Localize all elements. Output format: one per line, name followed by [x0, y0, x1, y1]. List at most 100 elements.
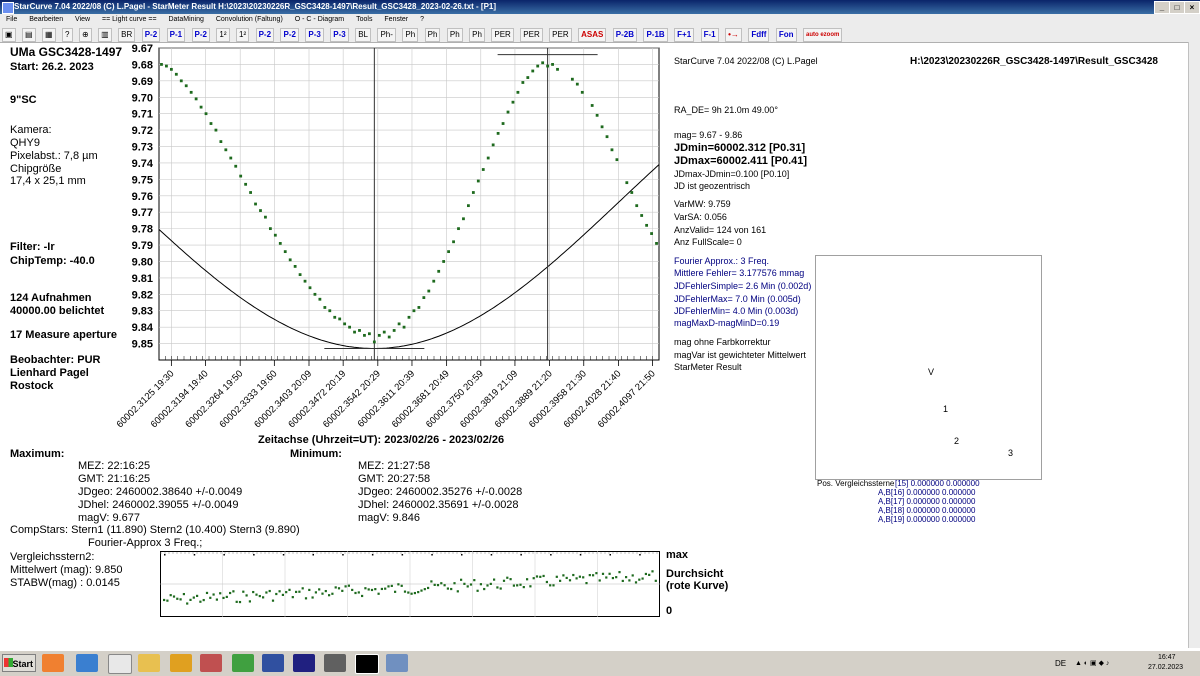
toolbar-button-p2-b[interactable]: P-2: [191, 28, 210, 42]
menu-convolution[interactable]: Convolution (Faltung): [216, 16, 283, 23]
notepad-icon[interactable]: [108, 654, 132, 674]
menu-datamining[interactable]: DataMining: [168, 16, 203, 23]
toolbar-button-bl[interactable]: BL: [355, 28, 371, 42]
folder-icon[interactable]: [138, 654, 160, 672]
zoom-icon[interactable]: ⊕: [78, 28, 92, 42]
toolbar-button-per-3[interactable]: PER: [549, 28, 572, 42]
monitor-icon[interactable]: [386, 654, 408, 672]
data-point: [516, 90, 520, 94]
mini-point: [641, 577, 644, 580]
mini-point: [377, 592, 380, 595]
media-player-icon[interactable]: [170, 654, 192, 672]
menu-light-curve[interactable]: == Light curve ==: [102, 16, 156, 23]
toolbar-button-per-2[interactable]: PER: [520, 28, 543, 42]
text-app-icon[interactable]: [293, 654, 315, 672]
x-tick-label: 60002.3194 19:40: [149, 368, 211, 430]
toolbar-button-asas[interactable]: ASAS: [578, 28, 607, 42]
data-point: [278, 242, 282, 245]
mini-point: [456, 590, 459, 593]
data-point: [645, 223, 649, 227]
toolbar-button-p2b[interactable]: P-2B: [612, 28, 637, 42]
toolbar-button-per-1[interactable]: PER: [491, 28, 514, 42]
firefox-icon[interactable]: [42, 654, 64, 672]
mini-point: [565, 576, 568, 580]
data-point: [511, 100, 515, 104]
mini-max-point: [223, 554, 225, 556]
toolbar-button-ph-5[interactable]: Ph: [469, 28, 485, 42]
max-jdhel: JDhel: 2460002.39055 +/-0.0049: [78, 499, 239, 511]
menu-fenster[interactable]: Fenster: [384, 16, 408, 23]
data-point: [189, 90, 193, 94]
y-tick-label: 9.73: [132, 142, 153, 154]
toolbar-button-p2-c[interactable]: P-2: [255, 28, 275, 42]
menu-file[interactable]: File: [6, 16, 17, 23]
data-point: [635, 204, 639, 208]
starcurve-icon[interactable]: [355, 654, 379, 674]
data-point: [457, 227, 460, 231]
maximize-button[interactable]: □: [1169, 1, 1185, 14]
mini-point: [295, 590, 298, 594]
toolbar-button-ph-4[interactable]: Ph: [446, 28, 463, 42]
mini-point: [592, 574, 595, 577]
save-disk-icon[interactable]: [262, 654, 284, 672]
tools-icon[interactable]: [200, 654, 222, 672]
mini-point: [337, 587, 341, 590]
toolbar-button-p2-d[interactable]: P-2: [280, 28, 299, 42]
toolbar-button-auto-ezoom[interactable]: auto ezoom: [803, 28, 843, 42]
vertical-scrollbar[interactable]: [1188, 42, 1200, 648]
chart-app-icon[interactable]: [232, 654, 254, 672]
save-icon[interactable]: ▤: [22, 28, 36, 42]
toolbar-button-ph-2[interactable]: Ph: [402, 28, 419, 42]
toolbar-button-ph-3[interactable]: Ph: [424, 28, 441, 42]
mini-rote-kurve: (rote Kurve): [666, 580, 729, 592]
toolbar-button-p3-a[interactable]: P-3: [305, 28, 324, 42]
toolbar-button-fon[interactable]: Fon: [775, 28, 797, 42]
y-tick-label: 9.83: [132, 306, 153, 318]
mini-durchsicht: Durchsicht: [666, 568, 724, 580]
toolbar-button-p3-b[interactable]: P-3: [330, 28, 349, 42]
max-jdgeo: JDgeo: 2460002.38640 +/-0.0049: [78, 486, 243, 498]
menu-tools[interactable]: Tools: [356, 16, 372, 23]
mini-point: [427, 586, 430, 590]
var-mw: VarMW: 9.759: [674, 199, 731, 209]
toolbar-button-ph-1[interactable]: Ph-: [377, 28, 396, 42]
window-title: StarCurve 7.04 2022/08 (C) L.Pagel - Sta…: [14, 2, 497, 11]
menu-view[interactable]: View: [75, 16, 90, 23]
mini-point: [526, 578, 529, 581]
mini-max-point: [164, 554, 166, 556]
mini-point: [605, 576, 608, 579]
data-point: [219, 140, 223, 143]
toolbar-button-p1[interactable]: P-1: [166, 28, 186, 42]
open-icon[interactable]: ▣: [2, 28, 16, 42]
menu-oc-diagram[interactable]: O - C - Diagram: [295, 16, 344, 23]
clock-date[interactable]: 27.02.2023: [1148, 664, 1183, 671]
toolbar-button-p2-a[interactable]: P-2: [141, 28, 161, 42]
help-icon[interactable]: ?: [62, 28, 73, 42]
data-point: [224, 148, 228, 152]
data-point: [204, 112, 208, 116]
toolbar-button-p1b[interactable]: P-1B: [643, 28, 668, 42]
toolbar-button-fdff[interactable]: Fdff: [748, 28, 770, 42]
toolbar-button-1sq-b[interactable]: 1²: [236, 28, 250, 42]
internet-explorer-icon[interactable]: [76, 654, 98, 672]
image-app-icon[interactable]: [324, 654, 346, 672]
right-header: StarCurve 7.04 2022/08 (C) L.Pagel: [674, 56, 818, 66]
mini-point: [618, 571, 621, 574]
grid-icon[interactable]: ▥: [98, 28, 112, 42]
arrow-icon[interactable]: •→: [725, 28, 742, 42]
menu-help[interactable]: ?: [420, 16, 424, 23]
print-icon[interactable]: ▦: [42, 28, 56, 42]
tray-icons[interactable]: ▲ ◐ ▣ ◆ ♪: [1075, 659, 1109, 667]
menu-bearbeiten[interactable]: Bearbeiten: [29, 16, 63, 23]
clock-time[interactable]: 16:47: [1158, 654, 1176, 661]
y-tick-label: 9.70: [132, 92, 153, 104]
toolbar-button-br[interactable]: BR: [118, 28, 136, 42]
toolbar-button-f-minus-1[interactable]: F-1: [700, 28, 719, 42]
toolbar-button-1sq-a[interactable]: 1²: [216, 28, 230, 42]
mini-point: [262, 596, 265, 599]
x-axis-label: Zeitachse (Uhrzeit=UT): 2023/02/26 - 202…: [258, 434, 505, 446]
minimize-button[interactable]: _: [1154, 1, 1170, 14]
language-indicator[interactable]: DE: [1055, 659, 1066, 668]
close-button[interactable]: ×: [1184, 1, 1200, 14]
toolbar-button-f-plus-1[interactable]: F+1: [674, 28, 695, 42]
